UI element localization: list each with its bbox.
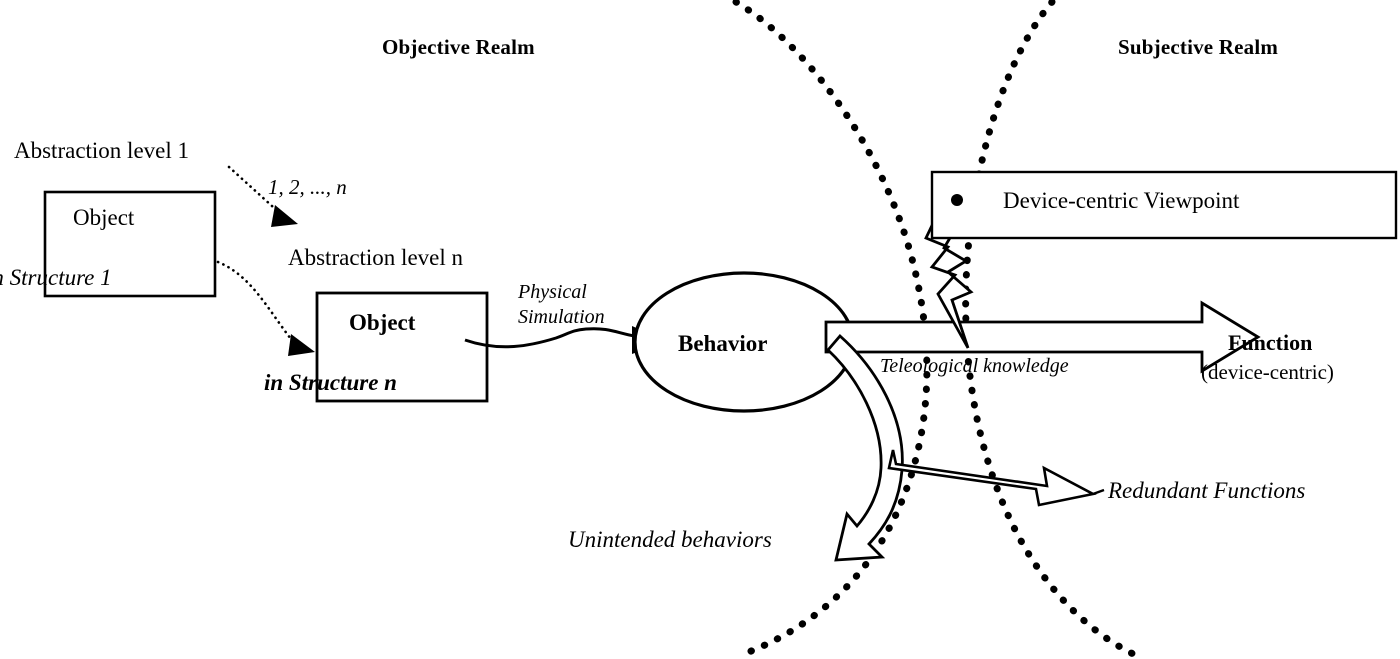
- physical-simulation-label-line1: Physical: [518, 281, 587, 303]
- subjective-realm-title: Subjective Realm: [1118, 35, 1279, 59]
- device-centric-viewpoint-label: Device-centric Viewpoint: [1003, 188, 1240, 213]
- behavior-label: Behavior: [678, 331, 768, 356]
- level-sequence-label: 1, 2, ..., n: [268, 175, 347, 199]
- object-box-1-subtitle: in Structure 1: [0, 265, 112, 290]
- function-label-line1: Function: [1228, 330, 1313, 355]
- redundant-functions-label: Redundant Functions: [1108, 478, 1306, 503]
- abstraction-level-1-label: Abstraction level 1: [14, 138, 190, 163]
- object-box-n-title: Object: [349, 310, 416, 335]
- abstraction-level-n-label: Abstraction level n: [288, 245, 464, 270]
- object-box-n-subtitle: in Structure n: [264, 370, 397, 395]
- viewpoint-bullet-icon: [951, 194, 963, 206]
- dotted-arrow-levels-head: [271, 205, 298, 227]
- diagram-canvas: Objective Realm Subjective Realm Abstrac…: [0, 0, 1400, 659]
- function-label-line2: (device-centric): [1201, 360, 1334, 384]
- diagram-artwork: [43, 0, 1398, 659]
- dotted-arrow-structures: [216, 260, 296, 345]
- redundant-functions-arrow: [887, 449, 1097, 507]
- physical-simulation-label-line2: Simulation: [518, 306, 605, 328]
- object-box-1-title: Object: [73, 205, 135, 230]
- dotted-arrow-structures-head: [288, 334, 315, 356]
- unintended-behaviors-label: Unintended behaviors: [568, 527, 772, 552]
- teleological-knowledge-label: Teleological knowledge: [880, 355, 1069, 377]
- redundant-functions-leader: [1092, 488, 1105, 496]
- physical-simulation-connector: [464, 327, 643, 349]
- objective-realm-title: Objective Realm: [382, 35, 535, 59]
